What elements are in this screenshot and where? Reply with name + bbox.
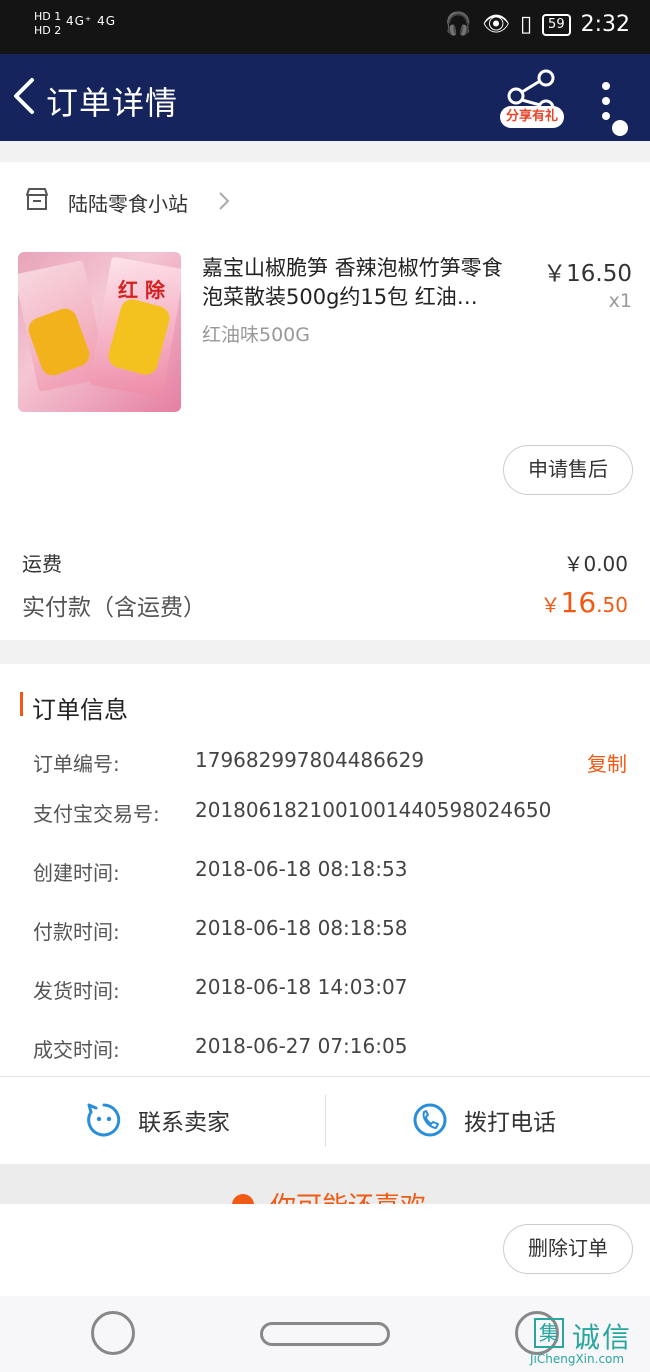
call-phone-button[interactable]: 拨打电话	[412, 1095, 556, 1145]
eye-icon: 👁	[482, 12, 510, 37]
sim-indicators: HD 1 HD 2	[34, 10, 61, 38]
info-label: 支付宝交易号:	[33, 802, 160, 826]
call-phone-label: 拨打电话	[464, 1110, 556, 1136]
delete-order-button[interactable]: 删除订单	[503, 1224, 633, 1274]
paid-label: 实付款（含运费）	[22, 595, 206, 621]
page-title: 订单详情	[46, 84, 179, 122]
notification-dot	[612, 120, 628, 136]
status-bar: HD 1 HD 2 4G⁺ 4G 🎧 👁 ▯ 59 2:32	[0, 0, 650, 54]
battery-icon: 59	[542, 13, 571, 36]
vibrate-icon: ▯	[519, 12, 533, 37]
info-value: 2018061821001001440598024650	[195, 798, 552, 822]
watermark-url: JiChengXin.com	[530, 1352, 625, 1366]
info-value: 2018-06-27 07:16:05	[195, 1034, 408, 1058]
clock: 2:32	[580, 12, 630, 37]
contact-seller-button[interactable]: 联系卖家	[86, 1095, 230, 1145]
contact-bar: 联系卖家 拨打电话	[0, 1076, 650, 1164]
info-row-paid: 付款时间: 2018-06-18 08:18:58	[33, 916, 633, 946]
home-pill-button[interactable]	[260, 1322, 390, 1346]
app-switch-icon[interactable]	[91, 1311, 135, 1355]
product-sku: 红油味500G	[202, 324, 310, 346]
watermark-box: 集	[534, 1318, 564, 1348]
shop-icon	[26, 188, 48, 210]
phone-icon	[413, 1103, 447, 1137]
info-row-order-no: 订单编号: 179682997804486629 复制	[33, 748, 633, 778]
headset-icon: 🎧	[444, 12, 472, 37]
paid-currency: ￥	[540, 593, 561, 617]
apply-aftersale-button[interactable]: 申请售后	[503, 445, 633, 495]
system-nav-bar: 集 诚信 JiChengXin.com	[0, 1296, 650, 1372]
info-value: 179682997804486629	[195, 748, 425, 772]
sim2-label: HD 2	[34, 24, 62, 37]
recommend-title: 你可能还喜欢	[270, 1186, 426, 1204]
signal-icon: 4G⁺ 4G	[66, 14, 117, 28]
info-row-completed: 成交时间: 2018-06-27 07:16:05	[33, 1034, 633, 1064]
info-label: 订单编号:	[33, 752, 120, 776]
paid-value: ￥16.50	[541, 586, 628, 619]
chat-face-icon	[87, 1103, 121, 1137]
back-arrow-icon[interactable]	[10, 74, 40, 118]
product-quantity: x1	[608, 290, 632, 312]
more-menu-icon[interactable]	[598, 78, 618, 124]
info-label: 付款时间:	[33, 920, 120, 944]
info-row-alipay-no: 支付宝交易号: 2018061821001001440598024650	[33, 798, 633, 828]
paid-int: 16	[560, 586, 597, 619]
info-label: 成交时间:	[33, 1038, 120, 1062]
info-value: 2018-06-18 08:18:53	[195, 857, 408, 881]
divider	[325, 1095, 326, 1147]
chevron-right-icon	[219, 192, 230, 210]
watermark-chars: 诚信	[572, 1321, 633, 1354]
product-title[interactable]: 嘉宝山椒脆笋 香辣泡椒竹笋零食泡菜散装500g约15包 红油…	[202, 254, 522, 312]
info-row-created: 创建时间: 2018-06-18 08:18:53	[33, 857, 633, 887]
info-value: 2018-06-18 08:18:58	[195, 916, 408, 940]
recommend-strip: 你可能还喜欢	[0, 1164, 650, 1204]
contact-seller-label: 联系卖家	[138, 1110, 230, 1136]
shipping-value: ￥0.00	[563, 552, 628, 576]
top-nav-bar: 订单详情 分享有礼	[0, 54, 650, 141]
paid-dec: .50	[596, 593, 628, 617]
info-label: 创建时间:	[33, 861, 120, 885]
footer-action-bar: 删除订单	[0, 1204, 650, 1296]
watermark-logo: 集 诚信 JiChengXin.com	[530, 1314, 650, 1370]
copy-button[interactable]: 复制	[587, 748, 627, 777]
shipping-row: 运费 ￥0.00	[22, 548, 628, 576]
shipping-label: 运费	[22, 552, 62, 576]
paid-row: 实付款（含运费） ￥16.50	[22, 586, 628, 622]
section-title: 订单信息	[32, 696, 128, 724]
product-price: ￥16.50	[543, 261, 632, 287]
info-label: 发货时间:	[33, 979, 120, 1003]
recommend-dot-icon	[232, 1194, 254, 1204]
share-gift-badge[interactable]: 分享有礼	[500, 106, 564, 128]
sim1-label: HD 1	[34, 10, 62, 23]
info-value: 2018-06-18 14:03:07	[195, 975, 408, 999]
shop-row[interactable]: 陆陆零食小站	[0, 182, 650, 222]
package-label: 红 除	[118, 278, 165, 302]
section-accent-bar	[20, 692, 23, 716]
shop-name[interactable]: 陆陆零食小站	[68, 188, 188, 217]
info-row-shipped: 发货时间: 2018-06-18 14:03:07	[33, 975, 633, 1005]
product-image[interactable]: 红 除	[18, 252, 181, 412]
